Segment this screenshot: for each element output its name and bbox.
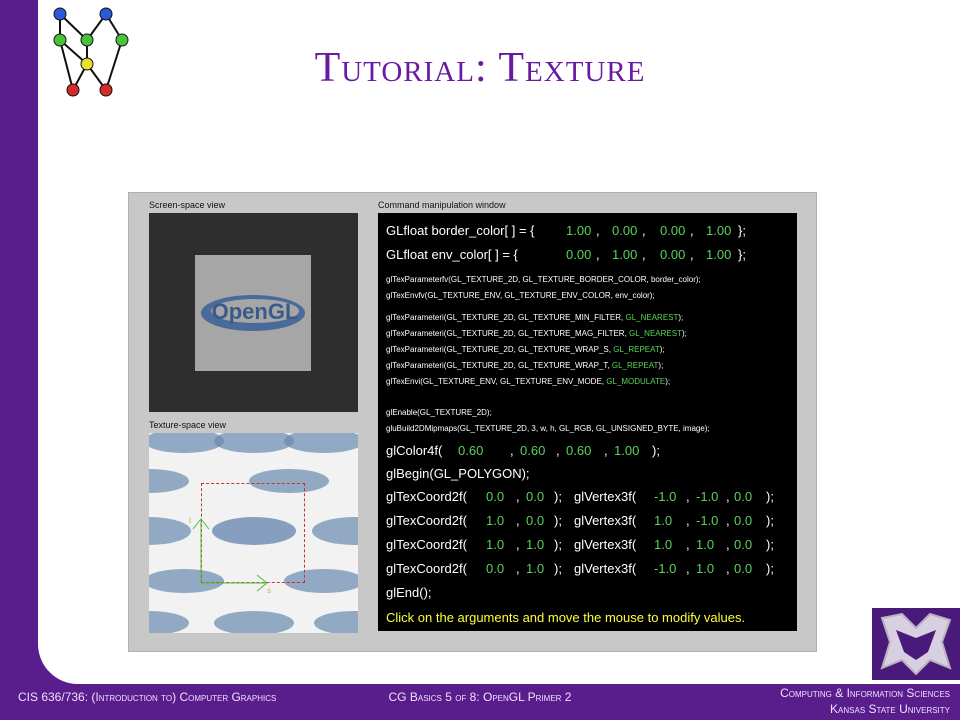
opengl-logo-icon: OpenGL xyxy=(201,295,305,331)
kstate-wildcat-logo-icon xyxy=(872,608,960,680)
wrap-s-value[interactable]: GL_REPEAT xyxy=(613,345,660,354)
vy-value[interactable]: 1.0 xyxy=(696,537,714,552)
begin-line: glBegin(GL_POLYGON); xyxy=(386,466,530,481)
tc-s-value[interactable]: 0.0 xyxy=(486,489,504,504)
graph-logo-icon xyxy=(53,7,129,97)
color-r-value[interactable]: 0.60 xyxy=(458,443,483,458)
texparam-fv-line: glTexParameterfv(GL_TEXTURE_2D, GL_TEXTU… xyxy=(386,275,701,284)
footer-lecture: CG Basics 5 of 8: OpenGL Primer 2 xyxy=(388,690,572,704)
tutorial-screenshot: Screen-space view OpenGL Texture-space v… xyxy=(128,192,817,652)
border-close: }; xyxy=(738,223,746,238)
texenv-fv-line: glTexEnvfv(GL_TEXTURE_ENV, GL_TEXTURE_EN… xyxy=(386,291,655,300)
wrap-t-call: glTexParameteri(GL_TEXTURE_2D, GL_TEXTUR… xyxy=(386,361,610,370)
wrap-t-value[interactable]: GL_REPEAT xyxy=(612,361,659,370)
color-call: glColor4f( xyxy=(386,443,443,458)
opengl-logo-text: OpenGL xyxy=(212,299,299,324)
vertex-line-3: glTexCoord2f( 1.0, 1.0 ); glVertex3f( 1.… xyxy=(386,537,774,552)
textured-quad: OpenGL xyxy=(195,255,311,371)
instruction-hint: Click on the arguments and move the mous… xyxy=(386,610,746,625)
tc-s-value[interactable]: 1.0 xyxy=(486,537,504,552)
footer-course: CIS 636/736: (Introduction to) Computer … xyxy=(18,690,277,704)
border-r-value[interactable]: 1.00 xyxy=(566,223,591,238)
border-a-value[interactable]: 1.00 xyxy=(706,223,731,238)
end-line: glEnd(); xyxy=(386,585,432,600)
axis-t-label: t xyxy=(189,516,192,525)
vx-value[interactable]: 1.0 xyxy=(654,537,672,552)
wrap-s-close: ); xyxy=(659,345,665,354)
texture-space-view[interactable]: s t xyxy=(149,433,358,633)
tc-t-value[interactable]: 1.0 xyxy=(526,561,544,576)
env-color-decl: GLfloat env_color[ ] = { xyxy=(386,247,518,262)
color-g-value[interactable]: 0.60 xyxy=(520,443,545,458)
env-mode-close: ); xyxy=(665,377,671,386)
mag-filter-close: ); xyxy=(681,329,687,338)
color-a-value[interactable]: 1.00 xyxy=(614,443,639,458)
tc-s-value[interactable]: 1.0 xyxy=(486,513,504,528)
mipmaps-line: gluBuild2DMipmaps(GL_TEXTURE_2D, 3, w, h… xyxy=(386,424,710,433)
border-g-value[interactable]: 0.00 xyxy=(612,223,637,238)
screen-view-label: Screen-space view xyxy=(149,200,226,210)
vy-value[interactable]: -1.0 xyxy=(696,489,718,504)
vertex-line-2: glTexCoord2f( 1.0, 0.0 ); glVertex3f( 1.… xyxy=(386,513,774,528)
tc-t-value[interactable]: 0.0 xyxy=(526,513,544,528)
min-filter-call: glTexParameteri(GL_TEXTURE_2D, GL_TEXTUR… xyxy=(386,313,624,322)
vy-value[interactable]: 1.0 xyxy=(696,561,714,576)
slide-title: Tutorial: Texture xyxy=(314,45,646,91)
vertex-line-4: glTexCoord2f( 0.0, 1.0 ); glVertex3f( -1… xyxy=(386,561,774,576)
wrap-t-close: ); xyxy=(658,361,664,370)
vertex-line-1: glTexCoord2f( 0.0, 0.0 ); glVertex3f( -1… xyxy=(386,489,774,504)
mag-filter-call: glTexParameteri(GL_TEXTURE_2D, GL_TEXTUR… xyxy=(386,329,627,338)
env-close: }; xyxy=(738,247,746,262)
footer-dept: Computing & Information Sciences xyxy=(780,686,950,700)
env-g-value[interactable]: 1.00 xyxy=(612,247,637,262)
min-filter-close: ); xyxy=(678,313,684,322)
border-color-decl: GLfloat border_color[ ] = { xyxy=(386,223,535,238)
texture-view-label: Texture-space view xyxy=(149,420,227,430)
border-b-value[interactable]: 0.00 xyxy=(660,223,685,238)
vz-value[interactable]: 0.0 xyxy=(734,537,752,552)
vx-value[interactable]: 1.0 xyxy=(654,513,672,528)
vz-value[interactable]: 0.0 xyxy=(734,513,752,528)
env-r-value[interactable]: 0.00 xyxy=(566,247,591,262)
axis-s-label: s xyxy=(267,586,271,595)
vz-value[interactable]: 0.0 xyxy=(734,561,752,576)
wrap-s-call: glTexParameteri(GL_TEXTURE_2D, GL_TEXTUR… xyxy=(386,345,611,354)
command-window-label: Command manipulation window xyxy=(378,200,506,210)
mag-filter-value[interactable]: GL_NEAREST xyxy=(629,329,682,338)
vx-value[interactable]: -1.0 xyxy=(654,489,676,504)
screen-space-view[interactable]: OpenGL xyxy=(149,213,358,412)
enable-line: glEnable(GL_TEXTURE_2D); xyxy=(386,408,492,417)
vy-value[interactable]: -1.0 xyxy=(696,513,718,528)
st-axes-icon: s t xyxy=(189,516,271,595)
env-mode-value[interactable]: GL_MODULATE xyxy=(606,377,665,386)
color-b-value[interactable]: 0.60 xyxy=(566,443,591,458)
color-close: ); xyxy=(652,443,660,458)
tc-s-value[interactable]: 0.0 xyxy=(486,561,504,576)
vz-value[interactable]: 0.0 xyxy=(734,489,752,504)
footer-university: Kansas State University xyxy=(830,702,950,716)
env-b-value[interactable]: 0.00 xyxy=(660,247,685,262)
env-a-value[interactable]: 1.00 xyxy=(706,247,731,262)
tc-t-value[interactable]: 0.0 xyxy=(526,489,544,504)
min-filter-value[interactable]: GL_NEAREST xyxy=(625,313,678,322)
tc-t-value[interactable]: 1.0 xyxy=(526,537,544,552)
env-mode-call: glTexEnvi(GL_TEXTURE_ENV, GL_TEXTURE_ENV… xyxy=(386,377,604,386)
vx-value[interactable]: -1.0 xyxy=(654,561,676,576)
command-window: GLfloat border_color[ ] = { 1.00, 0.00, … xyxy=(378,213,797,631)
